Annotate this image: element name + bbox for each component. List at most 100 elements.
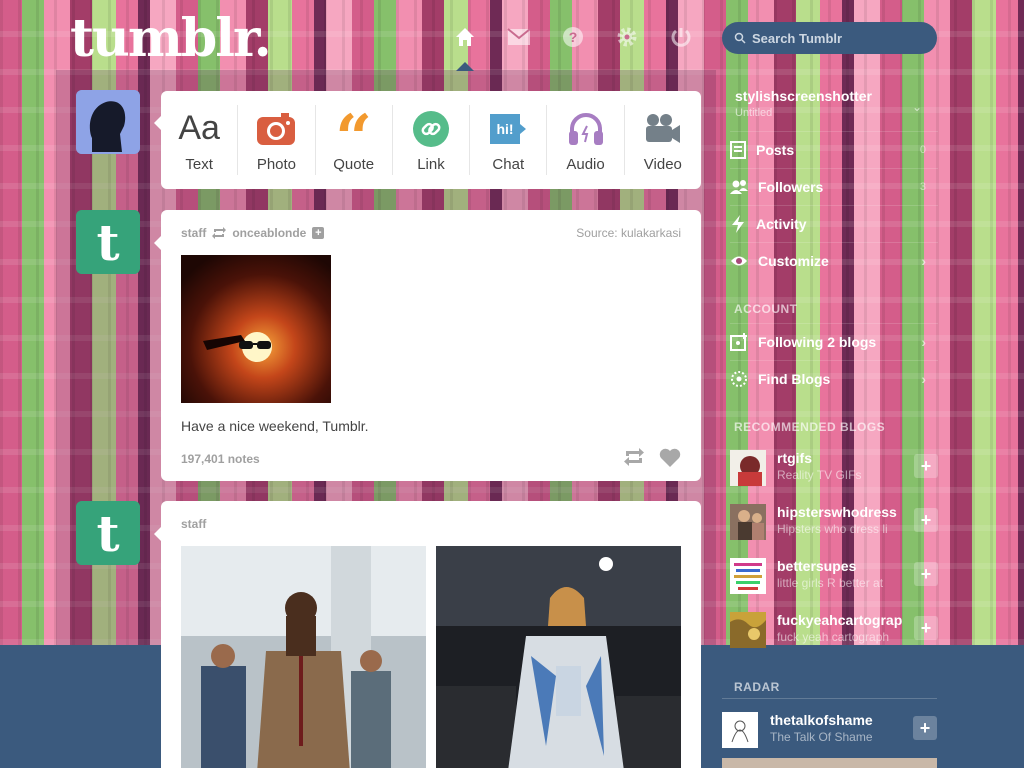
post-audio-button[interactable]: Audio: [547, 105, 625, 175]
avatar-pointer: [154, 116, 161, 130]
post-link-button[interactable]: Link: [393, 105, 471, 175]
chevron-down-icon[interactable]: ⌄: [912, 100, 922, 114]
posts-count: 0: [919, 143, 926, 156]
post-photo[interactable]: [436, 546, 681, 768]
help-icon[interactable]: ?: [558, 22, 588, 52]
reblog-icon[interactable]: [623, 448, 645, 466]
blog-name: bettersupes: [777, 558, 857, 574]
avatar-pointer: [154, 527, 161, 541]
post-type-label: Video: [643, 155, 682, 173]
blog-thumbnail: [730, 450, 766, 486]
text-icon: Aa: [178, 109, 220, 147]
blog-description: Hipsters who dress li: [777, 522, 888, 536]
home-icon[interactable]: [450, 22, 480, 52]
blog-name: thetalkofshame: [770, 712, 873, 728]
svg-text:?: ?: [569, 29, 578, 45]
post-actions: [623, 448, 681, 468]
follow-plus-icon[interactable]: +: [913, 716, 937, 740]
posts-icon: [730, 140, 746, 159]
staff-avatar[interactable]: t: [76, 501, 140, 565]
followers-icon: [730, 179, 748, 194]
avatar-pointer: [154, 236, 161, 250]
follow-plus-icon[interactable]: +: [914, 508, 938, 532]
sidebar-item-following[interactable]: Following 2 blogs ›: [730, 323, 938, 359]
heart-icon[interactable]: [659, 448, 681, 468]
post-type-label: Photo: [256, 155, 297, 173]
gear-icon[interactable]: [612, 22, 642, 52]
blog-thumbnail: [722, 712, 758, 748]
account-heading: ACCOUNT: [734, 302, 798, 316]
recommended-heading: RECOMMENDED BLOGS: [734, 420, 886, 434]
followers-count: 3: [919, 180, 926, 193]
sidebar-item-label: Following 2 blogs: [758, 333, 877, 350]
chevron-right-icon: ›: [921, 370, 926, 387]
post-notes-count[interactable]: 197,401 notes: [181, 452, 260, 466]
sidebar-item-find-blogs[interactable]: Find Blogs ›: [730, 360, 938, 396]
power-icon[interactable]: [666, 22, 696, 52]
svg-text:hi!: hi!: [497, 121, 514, 137]
video-camera-icon: [644, 108, 682, 150]
reblog-icon: [212, 227, 227, 239]
post-chat-button[interactable]: hi! Chat: [470, 105, 548, 175]
post-caption: Have a nice weekend, Tumblr.: [181, 418, 369, 434]
recommended-blog[interactable]: fuckyeahcartograph fuck yeah cartograph …: [730, 608, 938, 658]
sidebar-item-label: Posts: [756, 141, 795, 158]
sidebar-item-activity[interactable]: Activity: [730, 205, 938, 241]
sidebar-item-label: Activity: [756, 215, 807, 232]
sidebar-item-label: Customize: [758, 252, 829, 269]
blog-thumbnail: [730, 504, 766, 540]
sidebar-item-followers[interactable]: Followers 3: [730, 168, 938, 204]
post-photo[interactable]: [181, 255, 331, 403]
post-quote-button[interactable]: “ Quote: [316, 105, 393, 175]
search-icon: [734, 32, 746, 44]
search-box[interactable]: [722, 22, 937, 54]
blog-description: little girls R better at: [777, 576, 884, 590]
blog-name[interactable]: stylishscreenshotter: [735, 88, 872, 104]
post-photo[interactable]: [181, 546, 426, 768]
reblogged-from-link[interactable]: onceablonde: [232, 226, 306, 240]
post-type-label: Audio: [566, 155, 605, 173]
post-author-link[interactable]: staff: [181, 517, 206, 531]
follow-plus-icon[interactable]: +: [914, 454, 938, 478]
blog-subtitle: Untitled: [735, 107, 773, 119]
recommended-blog[interactable]: bettersupes little girls R better at +: [730, 554, 938, 604]
sidebar-item-label: Followers: [758, 178, 824, 195]
blog-description: Reality TV GIFs: [777, 468, 862, 482]
post-header: staff: [181, 517, 206, 531]
blog-description: The Talk Of Shame: [770, 730, 873, 744]
follow-plus-icon[interactable]: +: [914, 616, 938, 640]
blog-thumbnail: [730, 558, 766, 594]
link-icon: [412, 108, 449, 150]
radar-heading: RADAR: [734, 680, 780, 694]
post-source-link[interactable]: Source: kulakarkasi: [576, 226, 681, 240]
radar-blog[interactable]: thetalkofshame The Talk Of Shame +: [722, 708, 937, 758]
camera-icon: [257, 108, 296, 150]
sidebar-item-posts[interactable]: Posts 0: [730, 131, 938, 167]
chevron-right-icon: ›: [921, 252, 926, 269]
divider: [722, 698, 937, 699]
staff-avatar[interactable]: t: [76, 210, 140, 274]
svg-text:t: t: [96, 213, 119, 272]
user-avatar[interactable]: [76, 90, 140, 154]
sidebar-item-label: Find Blogs: [758, 370, 831, 387]
follow-plus-icon[interactable]: +: [914, 562, 938, 586]
mail-icon[interactable]: [504, 22, 534, 52]
post-type-label: Link: [417, 155, 445, 173]
top-nav: ?: [450, 22, 696, 52]
follow-plus-icon[interactable]: +: [312, 227, 325, 239]
post-card: staff onceablonde + Source: kulakarkasi …: [161, 210, 701, 481]
headphones-icon: [567, 108, 605, 150]
post-author-link[interactable]: staff: [181, 226, 206, 240]
post-type-label: Quote: [333, 155, 375, 173]
recommended-blog[interactable]: hipsterswhodress Hipsters who dress li +: [730, 500, 938, 550]
tumblr-logo[interactable]: tumblr.: [70, 8, 272, 69]
recommended-blog[interactable]: rtgifs Reality TV GIFs +: [730, 446, 938, 496]
sidebar-item-customize[interactable]: Customize ›: [730, 242, 938, 278]
blog-thumbnail: [730, 612, 766, 648]
post-text-button[interactable]: Aa Text: [161, 105, 239, 175]
search-input[interactable]: [752, 30, 922, 46]
find-blogs-icon: [731, 370, 747, 387]
radar-post-preview[interactable]: [722, 758, 937, 768]
post-photo-button[interactable]: Photo: [238, 105, 316, 175]
post-video-button[interactable]: Video: [625, 105, 701, 175]
